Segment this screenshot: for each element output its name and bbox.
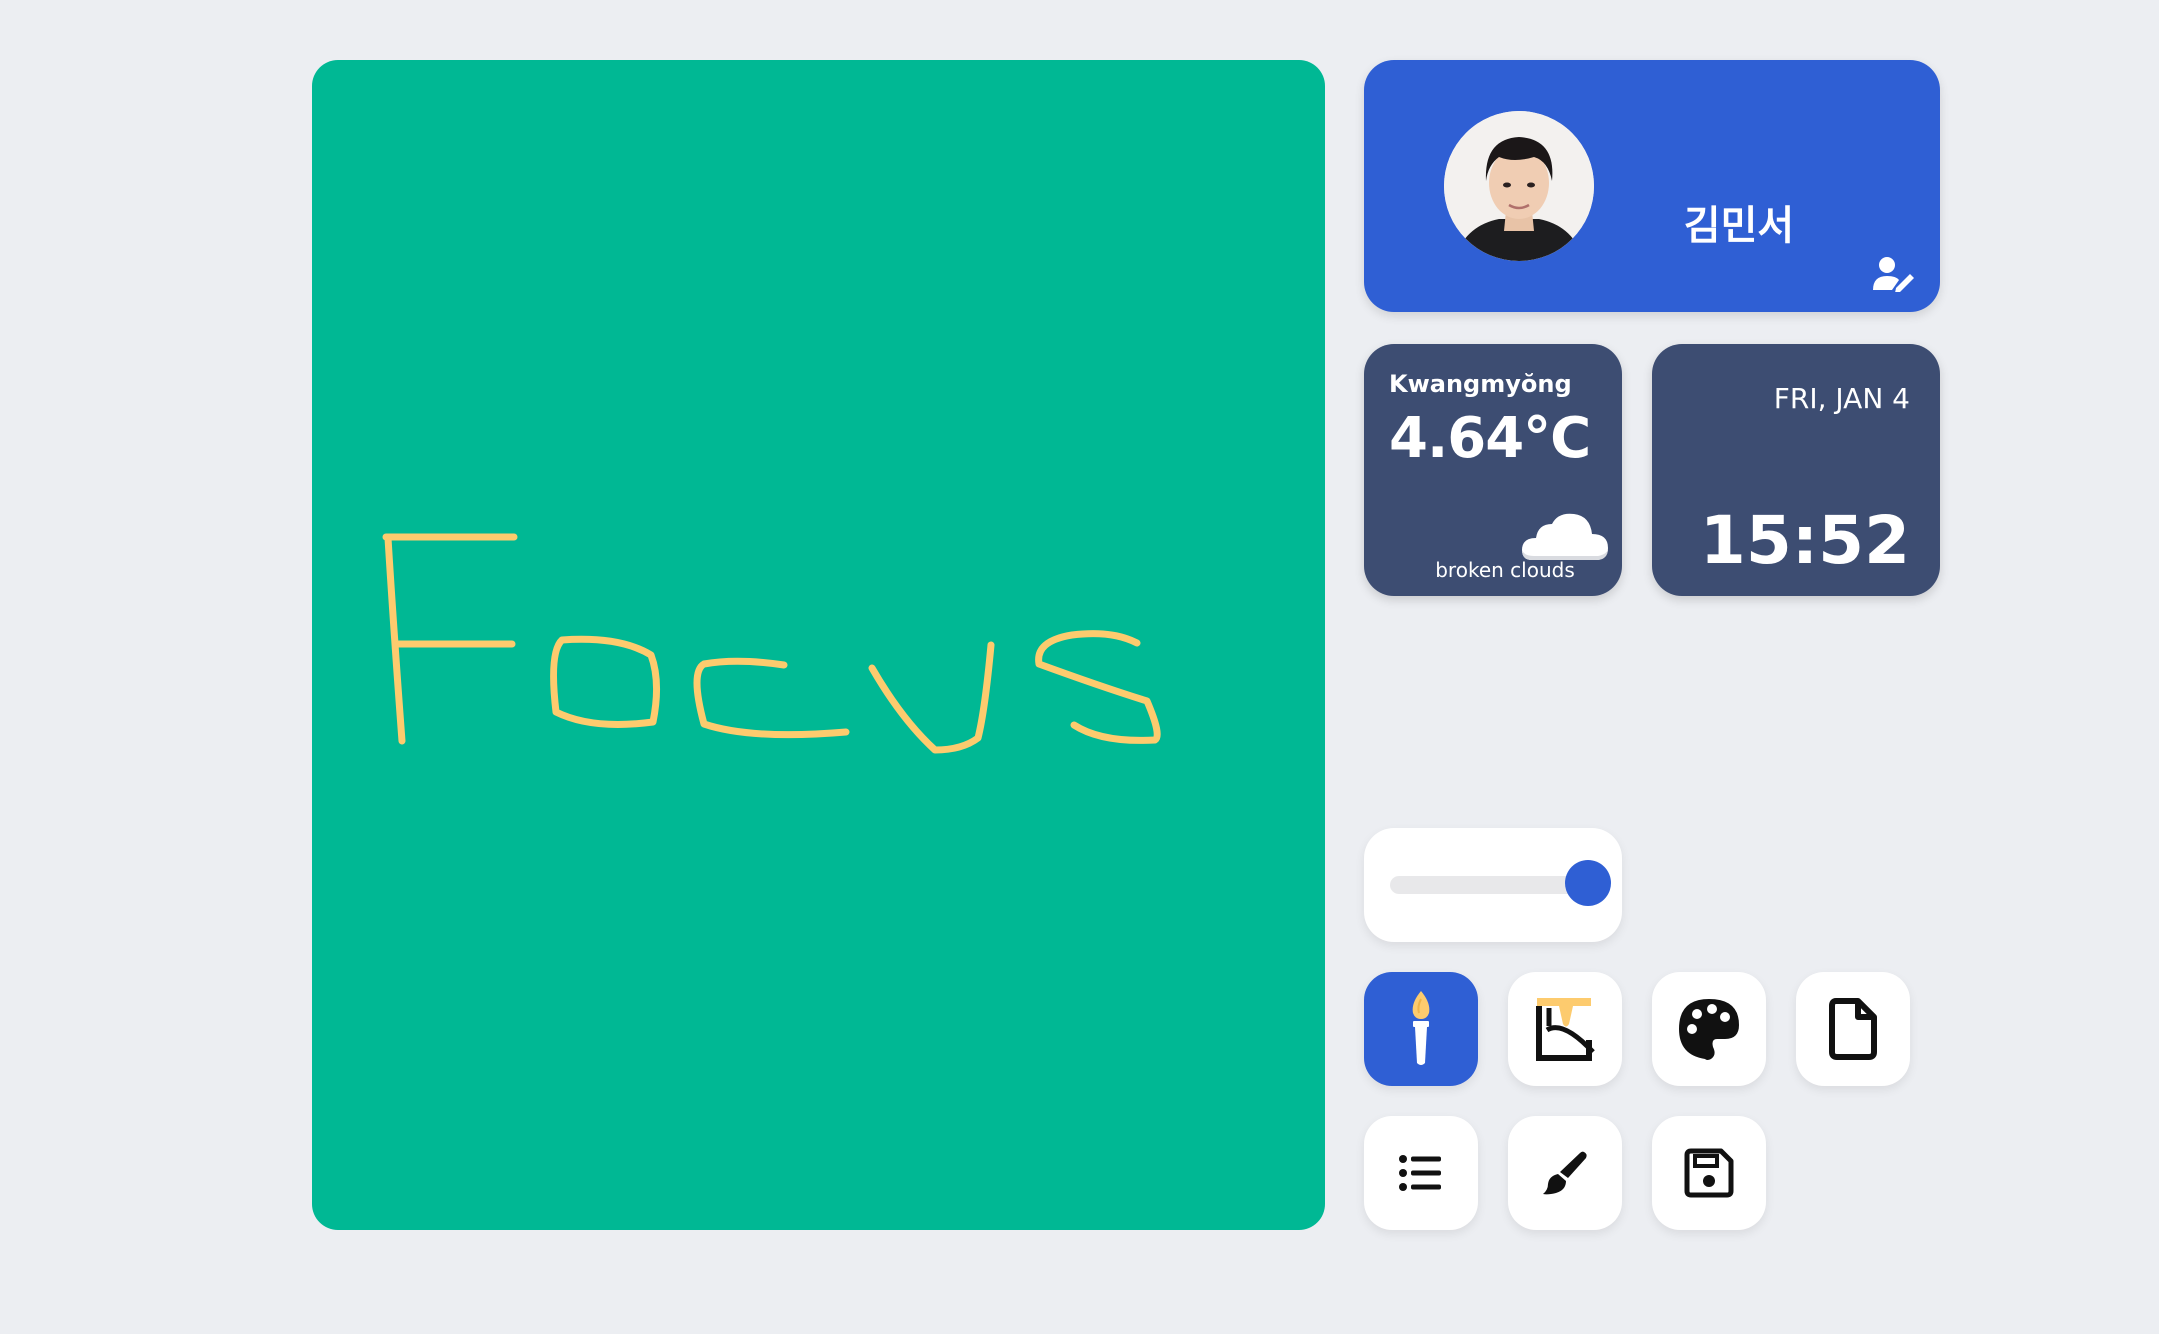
- avatar-photo: [1444, 111, 1594, 261]
- stroke-s: [1035, 630, 1161, 744]
- palette-tool-button[interactable]: [1652, 972, 1766, 1086]
- profile-name: 김민서: [1683, 203, 1795, 249]
- weather-widget: Kwangmyŏng 4.64°C broken clouds: [1364, 344, 1622, 596]
- drawing-canvas[interactable]: [312, 60, 1325, 1230]
- brush-tool-button[interactable]: [1364, 972, 1478, 1086]
- stroke-u: [868, 641, 995, 754]
- save-icon: [1684, 1148, 1734, 1198]
- stroke-o: [550, 635, 661, 728]
- file-icon: [1829, 998, 1877, 1060]
- stroke-f: [382, 533, 518, 745]
- clock-widget: FRI, JAN 4 15:52: [1652, 344, 1940, 596]
- fill-tool-button[interactable]: [1508, 972, 1622, 1086]
- slider-track[interactable]: [1390, 876, 1594, 894]
- date-text: FRI, JAN 4: [1773, 382, 1910, 415]
- weather-temperature: 4.64°C: [1389, 406, 1591, 471]
- canvas-drawing: [382, 533, 1161, 754]
- list-icon: [1399, 1155, 1441, 1191]
- brush-icon: [1543, 1151, 1587, 1195]
- stroke-c: [693, 657, 850, 739]
- profile-card: 김민서: [1364, 60, 1940, 312]
- weather-city: Kwangmyŏng: [1389, 370, 1572, 398]
- save-tool-button[interactable]: [1652, 1116, 1766, 1230]
- paintbrush-icon: [1412, 991, 1430, 1065]
- new-file-tool-button[interactable]: [1796, 972, 1910, 1086]
- paint-brush-tool-button[interactable]: [1508, 1116, 1622, 1230]
- slider-thumb[interactable]: [1565, 860, 1611, 906]
- user-edit-icon[interactable]: [1872, 256, 1916, 292]
- palette-icon: [1679, 999, 1739, 1060]
- paint-bucket-icon: [1536, 998, 1595, 1061]
- list-tool-button[interactable]: [1364, 1116, 1478, 1230]
- time-text: 15:52: [1699, 502, 1910, 579]
- cloud-icon: [1522, 513, 1608, 560]
- avatar[interactable]: [1444, 111, 1594, 261]
- brush-size-slider-card: [1364, 828, 1622, 942]
- weather-description: broken clouds: [1435, 558, 1575, 582]
